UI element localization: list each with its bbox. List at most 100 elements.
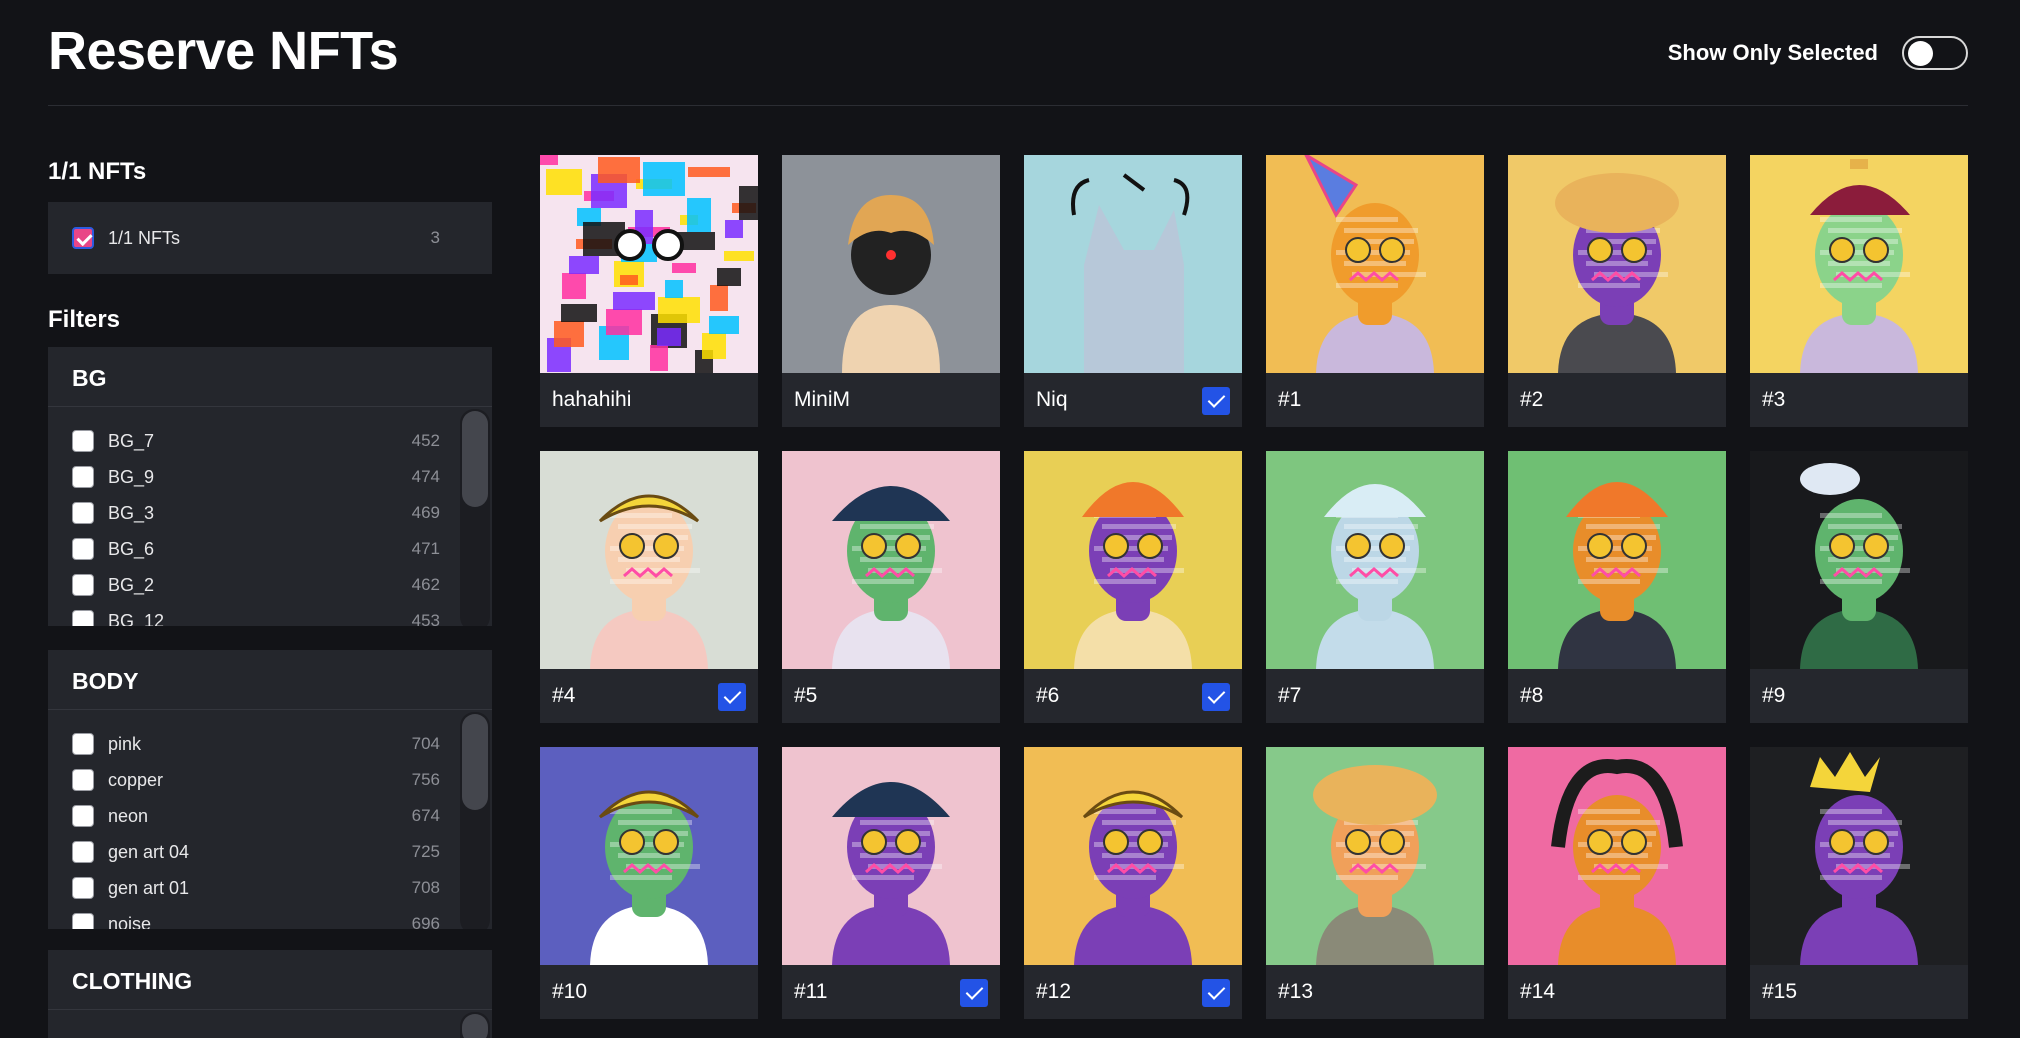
nft-image <box>782 747 1000 965</box>
filter-option-label: BG_9 <box>108 467 155 487</box>
nft-selected-checkbox[interactable] <box>960 979 988 1007</box>
nft-card[interactable]: #12 <box>1024 747 1242 1019</box>
filter-checkbox[interactable] <box>72 466 94 488</box>
nft-card[interactable]: #7 <box>1266 451 1484 723</box>
filter-option-count: 708 <box>411 878 440 897</box>
filter-option-count: 474 <box>411 467 440 486</box>
filter-group-clothing: CLOTHING <box>48 950 492 1038</box>
filter-option[interactable]: neon 674 <box>72 798 440 834</box>
filter-checkbox[interactable] <box>72 913 94 929</box>
nft-image <box>1266 155 1484 373</box>
nft-card[interactable]: #5 <box>782 451 1000 723</box>
nft-card[interactable]: Niq <box>1024 155 1242 427</box>
show-only-selected-toggle[interactable] <box>1902 36 1968 70</box>
nft-selected-checkbox[interactable] <box>1202 387 1230 415</box>
filter-checkbox[interactable] <box>72 610 94 626</box>
filter-option[interactable]: gen art 04 725 <box>72 834 440 870</box>
filter-option-count: 725 <box>411 842 440 861</box>
nft-name: #6 <box>1036 684 1060 707</box>
filter-option[interactable]: BG_12 453 <box>72 603 440 626</box>
nft-card[interactable]: #8 <box>1508 451 1726 723</box>
filter-group-bg: BG BG_7 452 BG_9 474 BG_3 469 BG_6 471 BG_2 4… <box>48 347 492 626</box>
filter-group-header[interactable]: BG <box>48 347 492 407</box>
nft-card[interactable]: #9 <box>1750 451 1968 723</box>
filter-checkbox[interactable] <box>72 430 94 452</box>
scrollbar-thumb[interactable] <box>462 411 488 507</box>
filter-scrollbar[interactable] <box>460 712 490 929</box>
filter-option-count: 453 <box>411 611 440 626</box>
nft-card[interactable]: #13 <box>1266 747 1484 1019</box>
filter-option-label: BG_2 <box>108 575 155 595</box>
nft-card[interactable]: #3 <box>1750 155 1968 427</box>
filters-title: Filters <box>48 306 121 333</box>
nft-name: #8 <box>1520 684 1544 707</box>
nft-name: #12 <box>1036 980 1072 1003</box>
scrollbar-thumb[interactable] <box>462 714 488 810</box>
filter-option[interactable]: pink 704 <box>72 726 440 762</box>
nft-image <box>1024 747 1242 965</box>
scrollbar-thumb[interactable] <box>462 1014 488 1038</box>
filter-option[interactable]: noise 696 <box>72 906 440 929</box>
filter-checkbox[interactable] <box>72 841 94 863</box>
nft-card[interactable]: #14 <box>1508 747 1726 1019</box>
nft-selected-checkbox[interactable] <box>1202 683 1230 711</box>
nft-image <box>540 451 758 669</box>
filter-checkbox[interactable] <box>72 502 94 524</box>
nft-card[interactable]: hahahihi <box>540 155 758 427</box>
filter-group-header[interactable]: CLOTHING <box>48 950 492 1010</box>
filter-option[interactable]: BG_7 452 <box>72 423 440 459</box>
filter-option[interactable]: copper 756 <box>72 762 440 798</box>
nft-image <box>1024 155 1242 373</box>
filter-checkbox[interactable] <box>72 538 94 560</box>
filter-list-body[interactable]: pink 704 copper 756 neon 674 gen art 04 725 … <box>48 712 492 929</box>
filter-option-label: copper <box>108 770 164 790</box>
nft-name: MiniM <box>794 388 850 411</box>
nft-card[interactable]: #4 <box>540 451 758 723</box>
one-of-one-checkbox[interactable] <box>72 227 94 249</box>
nft-image <box>540 155 758 373</box>
filter-checkbox[interactable] <box>72 574 94 596</box>
nft-name: #15 <box>1762 980 1798 1003</box>
filter-list-bg[interactable]: BG_7 452 BG_9 474 BG_3 469 BG_6 471 BG_2 462 … <box>48 409 492 626</box>
filter-checkbox[interactable] <box>72 805 94 827</box>
filter-option-one-of-one[interactable]: 1/1 NFTs 3 <box>72 220 440 256</box>
filter-checkbox[interactable] <box>72 733 94 755</box>
filter-group-header[interactable]: BODY <box>48 650 492 710</box>
nft-card[interactable]: #10 <box>540 747 758 1019</box>
nft-selected-checkbox[interactable] <box>1202 979 1230 1007</box>
filter-option-label: gen art 01 <box>108 878 190 898</box>
filter-option-label: noise <box>108 914 152 929</box>
filter-scrollbar[interactable] <box>460 1012 490 1038</box>
filter-option-count: 696 <box>411 914 440 929</box>
nft-image <box>1750 155 1968 373</box>
one-of-one-title: 1/1 NFTs <box>48 158 147 185</box>
nft-name: #7 <box>1278 684 1302 707</box>
filter-option[interactable]: BG_6 471 <box>72 531 440 567</box>
nft-card[interactable]: #6 <box>1024 451 1242 723</box>
nft-name: #2 <box>1520 388 1544 411</box>
filter-checkbox[interactable] <box>72 769 94 791</box>
filter-option-label: BG_3 <box>108 503 155 523</box>
nft-card[interactable]: #15 <box>1750 747 1968 1019</box>
nft-card[interactable]: MiniM <box>782 155 1000 427</box>
show-only-selected-label: Show Only Selected <box>1667 40 1878 65</box>
nft-selected-checkbox[interactable] <box>718 683 746 711</box>
filter-option[interactable]: BG_3 469 <box>72 495 440 531</box>
filter-scrollbar[interactable] <box>460 409 490 626</box>
filter-checkbox[interactable] <box>72 877 94 899</box>
filter-option-label: gen art 04 <box>108 842 190 862</box>
nft-image <box>1750 747 1968 965</box>
filter-option-count: 704 <box>411 734 440 753</box>
nft-card[interactable]: #2 <box>1508 155 1726 427</box>
page-title: Reserve NFTs <box>48 21 399 81</box>
filter-option[interactable]: BG_2 462 <box>72 567 440 603</box>
nft-name: #14 <box>1520 980 1556 1003</box>
filter-option[interactable]: gen art 01 708 <box>72 870 440 906</box>
nft-card[interactable]: #11 <box>782 747 1000 1019</box>
nft-card[interactable]: #1 <box>1266 155 1484 427</box>
filter-group-body: BODY pink 704 copper 756 neon 674 gen art 0… <box>48 650 492 929</box>
filter-option[interactable]: BG_9 474 <box>72 459 440 495</box>
nft-name: #5 <box>794 684 818 707</box>
filter-option-count: 756 <box>411 770 440 789</box>
nft-image <box>1024 451 1242 669</box>
